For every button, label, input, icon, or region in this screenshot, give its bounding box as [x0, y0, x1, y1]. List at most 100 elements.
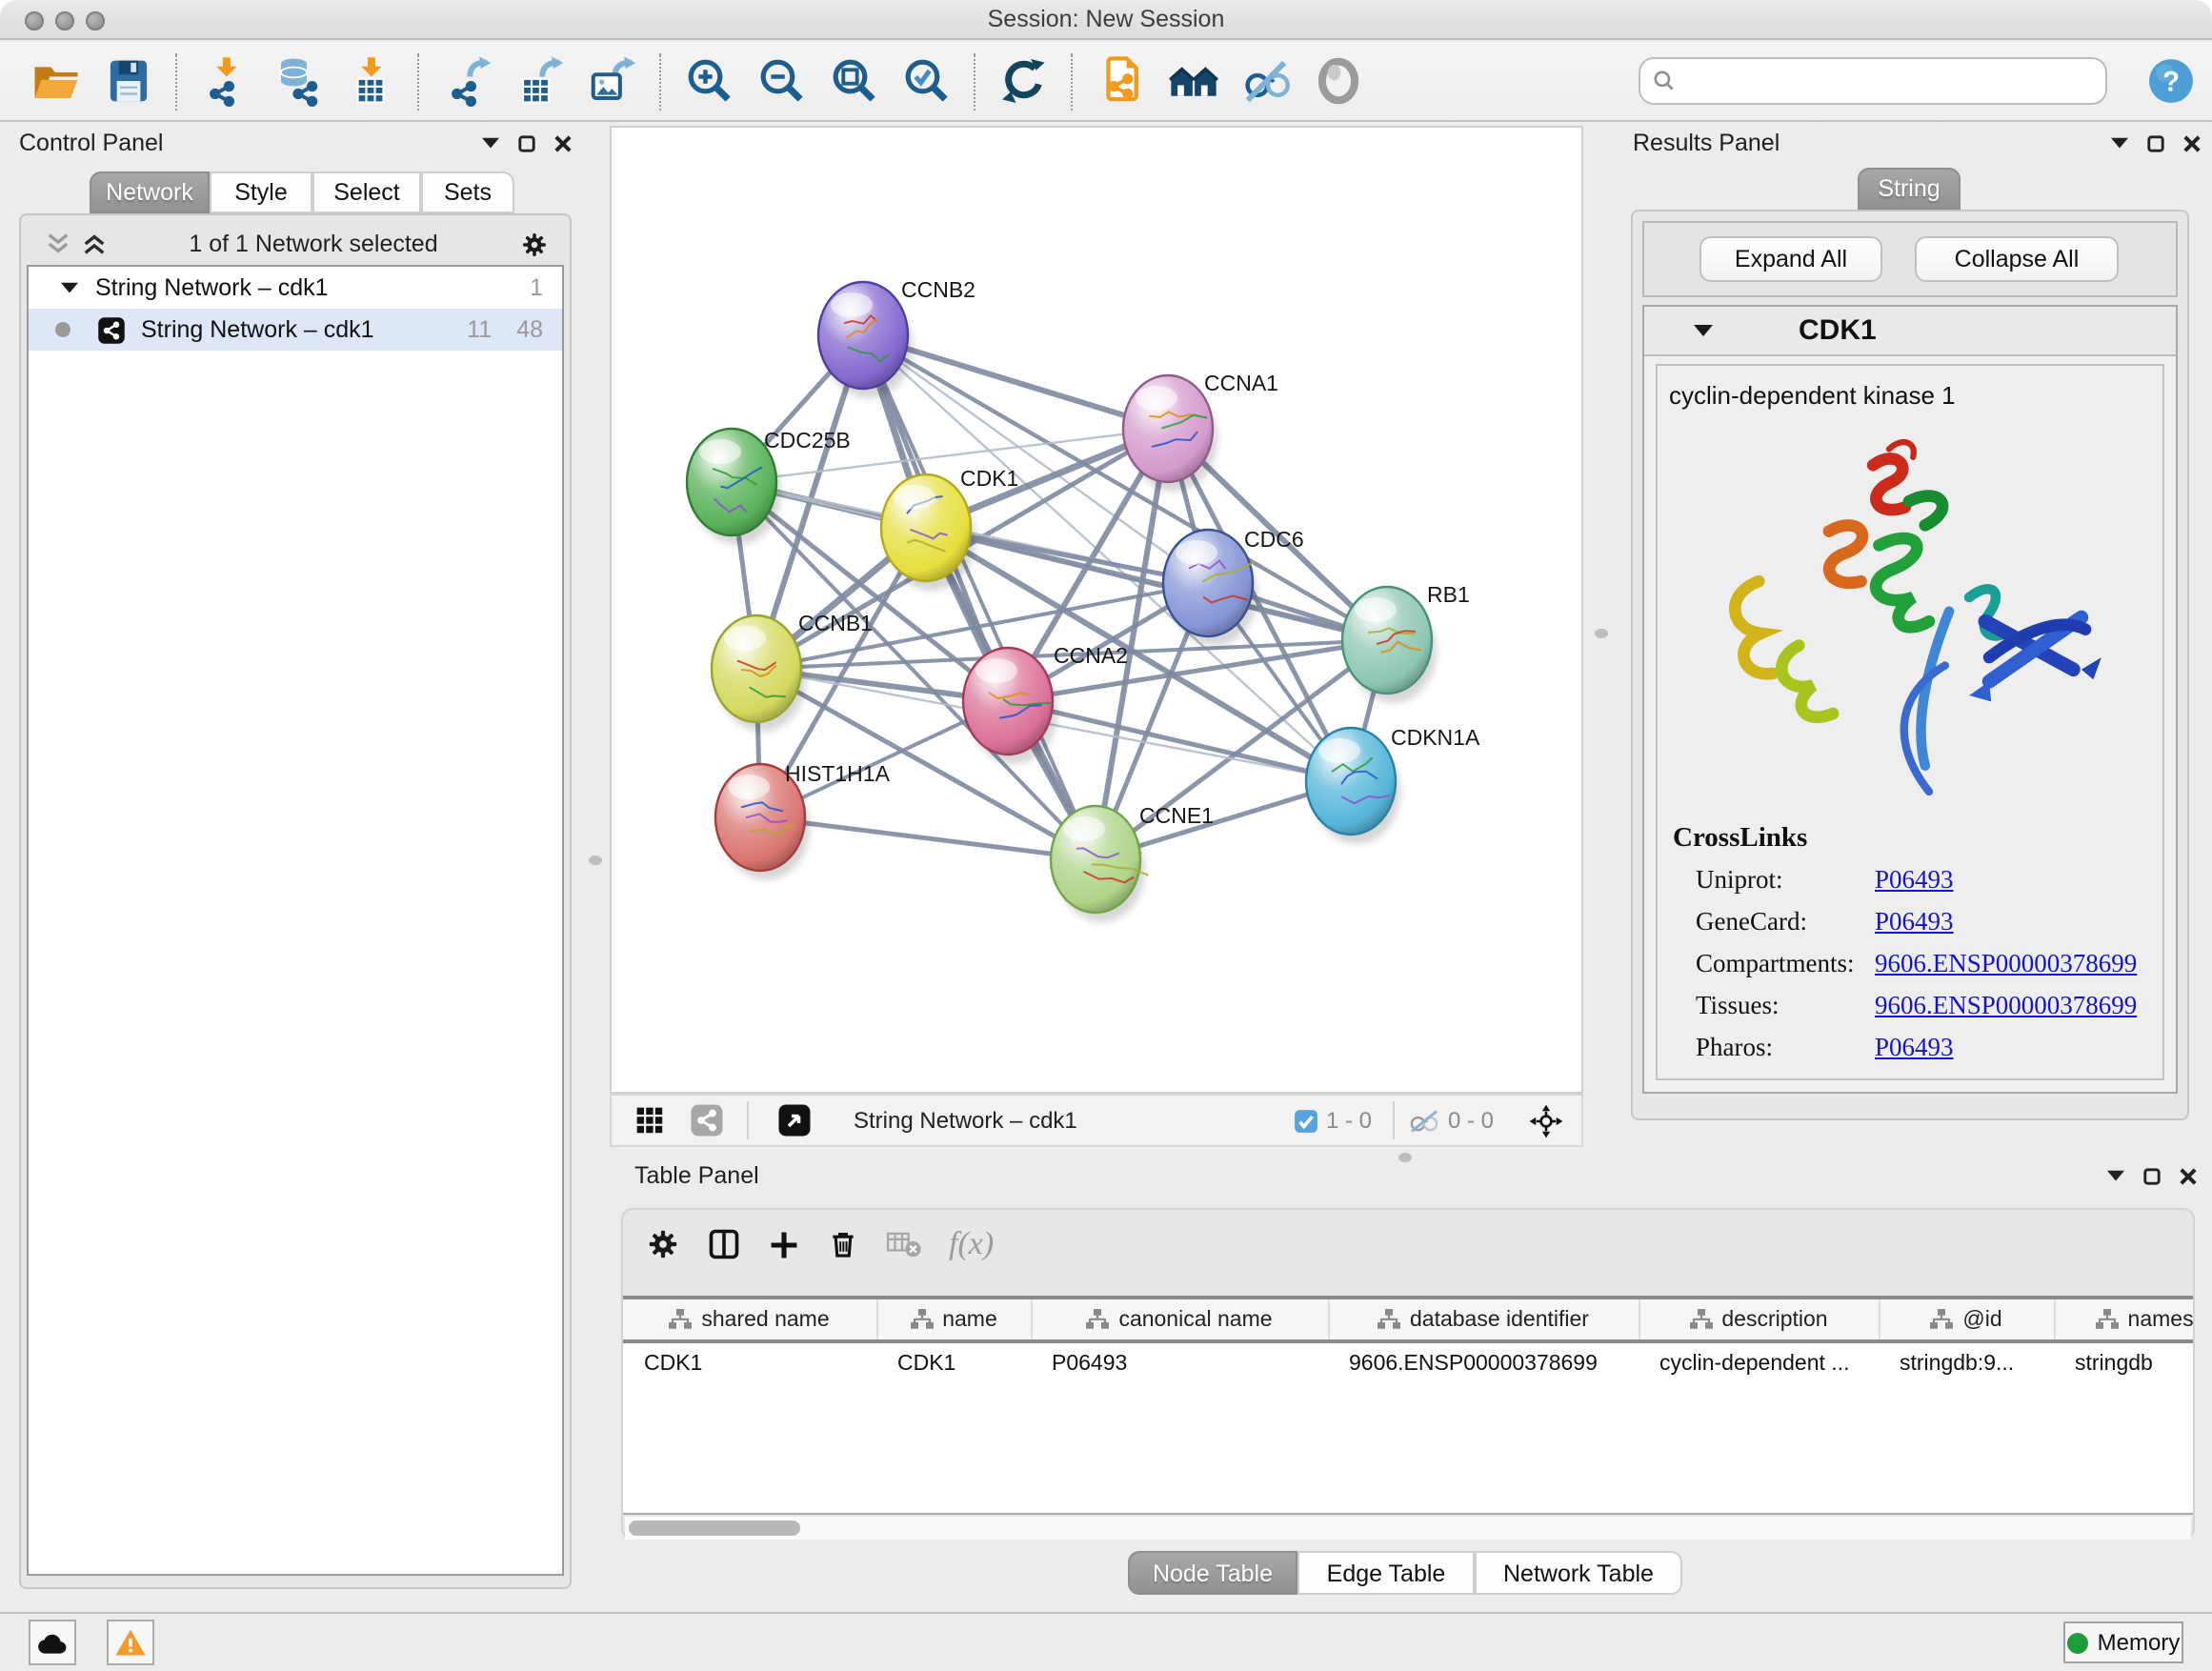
open-in-new-window-icon[interactable] [777, 1103, 812, 1137]
right-splitter-handle[interactable] [1595, 629, 1608, 638]
tab-sets[interactable]: Sets [421, 171, 514, 213]
crosslink-link[interactable]: 9606.ENSP00000378699 [1875, 987, 2137, 1023]
crosslink-link[interactable]: P06493 [1875, 1029, 1954, 1065]
control-panel-tabs: NetworkStyleSelectSets [90, 171, 514, 213]
expand-all-button[interactable]: Expand All [1699, 236, 1882, 282]
network-node-CCNA2[interactable]: CCNA2 [963, 643, 1128, 764]
search-text-field[interactable] [1686, 66, 2094, 96]
column-header-database-identifier[interactable]: database identifier [1328, 1299, 1639, 1341]
column-type-icon [1086, 1309, 1109, 1330]
open-session-button[interactable] [19, 49, 91, 113]
close-panel-icon[interactable] [2183, 134, 2201, 151]
string-protein-query-button[interactable] [1156, 49, 1229, 113]
cloud-services-button[interactable] [29, 1620, 76, 1665]
float-panel-icon[interactable] [518, 134, 535, 151]
delete-table-icon[interactable] [886, 1230, 922, 1258]
string-show-hide-button[interactable] [1229, 49, 1301, 113]
tab-node-table[interactable]: Node Table [1128, 1551, 1297, 1595]
zoom-fit-content-button[interactable] [817, 49, 890, 113]
show-columns-icon[interactable] [707, 1227, 741, 1261]
help-button[interactable]: ? [2147, 57, 2195, 105]
column-type-icon [910, 1309, 933, 1330]
panel-menu-icon[interactable] [482, 136, 499, 150]
float-panel-icon[interactable] [2147, 134, 2164, 151]
hidden-count-badge: 0 - 0 [1448, 1107, 1494, 1134]
memory-button[interactable]: Memory [2063, 1621, 2183, 1663]
network-canvas[interactable]: CCNB2 CCNA1 CDC25B CDK1 CDC6 RB1 CCNB1 CCNA2 CDK… [610, 126, 1583, 1094]
network-collection-row[interactable]: String Network – cdk1 1 [29, 267, 562, 309]
scrollbar-thumb[interactable] [629, 1520, 800, 1536]
string-import-button[interactable] [1084, 49, 1156, 113]
tab-select[interactable]: Select [312, 171, 421, 213]
network-node-RB1[interactable]: RB1 [1342, 582, 1470, 703]
node-label-CCNE1: CCNE1 [1139, 803, 1214, 828]
collection-disclosure-icon[interactable] [61, 281, 78, 294]
search-input[interactable] [1639, 57, 2107, 105]
table-horizontal-scrollbar[interactable] [625, 1517, 2191, 1540]
float-panel-icon[interactable] [2143, 1167, 2161, 1184]
crosslink-link[interactable]: P06493 [1875, 903, 1954, 939]
column-header-@id[interactable]: @id [1879, 1299, 2054, 1341]
gene-disclosure-icon[interactable] [1694, 323, 1713, 338]
delete-column-trash-icon[interactable] [827, 1227, 859, 1261]
network-node-CDC6[interactable]: CDC6 [1163, 527, 1304, 646]
refresh-view-button[interactable] [987, 49, 1059, 113]
export-image-button[interactable] [575, 49, 648, 113]
collapse-all-networks-icon[interactable] [46, 232, 70, 255]
network-list: String Network – cdk1 1 String Network –… [27, 265, 564, 1576]
left-splitter-handle[interactable] [589, 856, 602, 865]
string-gray-sphere-button[interactable] [1301, 49, 1374, 113]
network-options-gear-icon[interactable] [520, 230, 549, 258]
warnings-button[interactable] [107, 1620, 154, 1665]
import-network-from-database-button[interactable] [261, 49, 333, 113]
zoom-selected-button[interactable] [890, 49, 962, 113]
network-node-CDC25B[interactable]: CDC25B [687, 428, 851, 545]
crosslink-link[interactable]: P06493 [1875, 861, 1954, 897]
network-node-CCNB1[interactable]: CCNB1 [712, 611, 873, 732]
export-network-to-file-button[interactable] [431, 49, 503, 113]
network-edge-count: 48 [516, 316, 543, 343]
tab-network-table[interactable]: Network Table [1475, 1551, 1682, 1595]
column-header-shared-name[interactable]: shared name [623, 1299, 876, 1341]
tab-string[interactable]: String [1858, 168, 1961, 210]
crosslink-link[interactable]: 9606.ENSP00000378699 [1875, 945, 2137, 981]
fit-selected-crosshair-icon[interactable] [1528, 1102, 1564, 1138]
import-network-from-file-button[interactable] [189, 49, 261, 113]
close-panel-icon[interactable] [554, 134, 572, 151]
import-table-from-file-button[interactable] [333, 49, 406, 113]
function-builder-icon[interactable]: f(x) [949, 1225, 994, 1263]
column-header-name[interactable]: name [876, 1299, 1031, 1341]
create-column-plus-icon[interactable] [768, 1228, 800, 1260]
column-header-description[interactable]: description [1639, 1299, 1879, 1341]
network-node-CDKN1A[interactable]: CDKN1A [1306, 725, 1480, 844]
results-panel-title: Results Panel [1633, 130, 1780, 156]
panel-menu-icon[interactable] [2111, 136, 2128, 150]
zoom-in-button[interactable] [673, 49, 745, 113]
network-row[interactable]: String Network – cdk1 11 48 [29, 309, 562, 351]
tab-network[interactable]: Network [90, 171, 210, 213]
search-icon [1652, 69, 1677, 93]
node-label-CDK1: CDK1 [960, 466, 1018, 491]
tab-style[interactable]: Style [210, 171, 312, 213]
birds-eye-view-icon[interactable] [634, 1105, 665, 1136]
expand-all-networks-icon[interactable] [82, 232, 107, 255]
network-node-HIST1H1A[interactable]: HIST1H1A [715, 761, 891, 880]
close-panel-icon[interactable] [2180, 1167, 2197, 1184]
save-session-button[interactable] [91, 49, 164, 113]
zoom-out-button[interactable] [745, 49, 817, 113]
table-tabs: Node TableEdge TableNetwork Table [1128, 1551, 1682, 1595]
export-table-to-file-button[interactable] [503, 49, 575, 113]
panel-menu-icon[interactable] [2107, 1169, 2124, 1182]
table-options-gear-icon[interactable] [646, 1227, 680, 1261]
table-row[interactable]: CDK1CDK1P064939606.ENSP00000378699cyclin… [623, 1341, 2193, 1383]
column-header-canonical-name[interactable]: canonical name [1031, 1299, 1328, 1341]
network-view-icon[interactable] [690, 1103, 724, 1137]
network-node-CCNB2[interactable]: CCNB2 [818, 277, 975, 398]
gene-card-header[interactable]: CDK1 [1644, 307, 2176, 356]
network-node-CCNA1[interactable]: CCNA1 [1123, 371, 1278, 492]
node-table[interactable]: shared namenamecanonical namedatabase id… [623, 1296, 2193, 1515]
network-node-CCNE1[interactable]: CCNE1 [1051, 803, 1214, 922]
collapse-all-button[interactable]: Collapse All [1915, 236, 2119, 282]
tab-edge-table[interactable]: Edge Table [1297, 1551, 1475, 1595]
column-header-namespace[interactable]: namespace [2054, 1299, 2193, 1341]
